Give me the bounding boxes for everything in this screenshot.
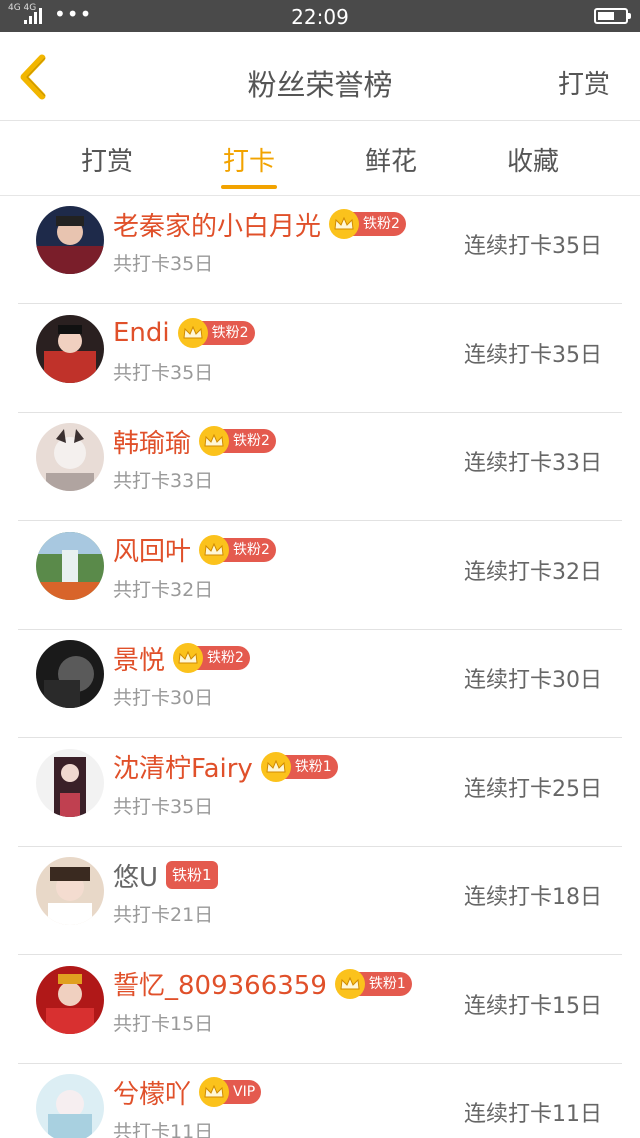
fan-name[interactable]: 沈清柠Fairy (113, 748, 253, 785)
status-bar: 4G 4G ••• 22:09 (0, 0, 640, 32)
page-title: 粉丝荣誉榜 (247, 68, 393, 102)
avatar[interactable] (36, 206, 104, 274)
avatar[interactable] (36, 857, 104, 925)
fan-name[interactable]: 景悦 (113, 640, 165, 677)
list-item[interactable]: 韩瑜瑜 铁粉2 共打卡33日 连续打卡33日 (0, 413, 640, 521)
nav-bar: 粉丝荣誉榜 打赏 (0, 32, 640, 121)
active-tab-indicator (221, 185, 277, 189)
fan-name[interactable]: 韩瑜瑜 (113, 423, 191, 460)
crown-icon (329, 209, 360, 239)
tab-reward[interactable]: 打赏 (47, 141, 167, 178)
total-checkins: 共打卡11日 (113, 1121, 214, 1138)
list-item[interactable]: 沈清柠Fairy 铁粉1 共打卡35日 连续打卡25日 (0, 739, 640, 847)
streak-days: 连续打卡35日 (464, 234, 602, 259)
total-checkins: 共打卡15日 (113, 1012, 214, 1035)
streak-days: 连续打卡30日 (464, 668, 602, 693)
fan-level-badge: 铁粉2 (329, 209, 406, 239)
streak-days: 连续打卡15日 (464, 993, 602, 1019)
crown-icon (199, 534, 230, 565)
clock: 22:09 (291, 5, 349, 29)
fan-level-badge: 铁粉1 (334, 968, 412, 999)
list-item[interactable]: Endi 铁粉2 共打卡35日 连续打卡35日 (0, 305, 640, 413)
avatar[interactable] (36, 423, 104, 491)
list-item[interactable]: 景悦 铁粉2 共打卡30日 连续打卡30日 (0, 630, 640, 738)
avatar[interactable] (36, 531, 104, 600)
fan-level-badge: 铁粉1 (166, 861, 218, 889)
total-checkins: 共打卡35日 (113, 361, 214, 384)
total-checkins: 共打卡33日 (113, 470, 214, 492)
reward-button[interactable]: 打赏 (558, 64, 610, 101)
streak-days: 连续打卡32日 (464, 559, 602, 585)
fan-level-badge: 铁粉1 (260, 751, 338, 782)
list-item[interactable]: 老秦家的小白月光 铁粉2 共打卡35日 连续打卡35日 (0, 196, 640, 304)
total-checkins: 共打卡32日 (113, 578, 214, 601)
crown-icon (199, 1077, 230, 1107)
list-item[interactable]: 兮檬吖 VIP 共打卡11日 连续打卡11日 (0, 1064, 640, 1138)
fan-name[interactable]: 风回叶 (113, 531, 191, 568)
fan-name[interactable]: 悠U (113, 857, 158, 894)
crown-icon (173, 643, 204, 673)
avatar[interactable] (36, 1074, 104, 1138)
list-item[interactable]: 风回叶 铁粉2 共打卡32日 连续打卡32日 (0, 522, 640, 630)
streak-days: 连续打卡35日 (464, 342, 602, 368)
badge-label: 铁粉1 (166, 861, 218, 889)
crown-icon (260, 751, 291, 782)
total-checkins: 共打卡21日 (113, 904, 214, 926)
streak-days: 连续打卡33日 (464, 451, 602, 476)
fan-level-badge: 铁粉2 (199, 534, 276, 565)
list-item[interactable]: 悠U 铁粉1 共打卡21日 连续打卡18日 (0, 847, 640, 955)
total-checkins: 共打卡35日 (113, 253, 214, 275)
fan-list: 老秦家的小白月光 铁粉2 共打卡35日 连续打卡35日 Endi 铁粉2 共打卡35日 连续打… (0, 196, 640, 1138)
tab-checkin[interactable]: 打卡 (189, 141, 309, 178)
battery-icon (594, 8, 631, 24)
tab-flowers[interactable]: 鲜花 (331, 141, 451, 178)
tab-favorites[interactable]: 收藏 (473, 141, 593, 178)
fan-name[interactable]: Endi (113, 318, 170, 348)
fan-level-badge: VIP (199, 1077, 262, 1107)
fan-name[interactable]: 兮檬吖 (113, 1074, 191, 1111)
fan-level-badge: 铁粉2 (173, 643, 250, 673)
fan-level-badge: 铁粉2 (177, 317, 255, 348)
fan-name[interactable]: 老秦家的小白月光 (113, 206, 321, 243)
crown-icon (199, 426, 230, 456)
avatar[interactable] (36, 314, 104, 383)
crown-icon (177, 317, 208, 348)
avatar[interactable] (36, 640, 104, 708)
list-item[interactable]: 誓忆_809366359 铁粉1 共打卡15日 连续打卡15日 (0, 956, 640, 1064)
total-checkins: 共打卡35日 (113, 795, 214, 818)
avatar[interactable] (36, 748, 104, 817)
crown-icon (334, 968, 365, 999)
fan-level-badge: 铁粉2 (199, 426, 276, 456)
total-checkins: 共打卡30日 (113, 687, 214, 709)
avatar[interactable] (36, 965, 104, 1034)
streak-days: 连续打卡25日 (464, 776, 602, 802)
streak-days: 连续打卡11日 (464, 1102, 602, 1127)
streak-days: 连续打卡18日 (464, 885, 602, 910)
fan-name[interactable]: 誓忆_809366359 (113, 965, 327, 1002)
